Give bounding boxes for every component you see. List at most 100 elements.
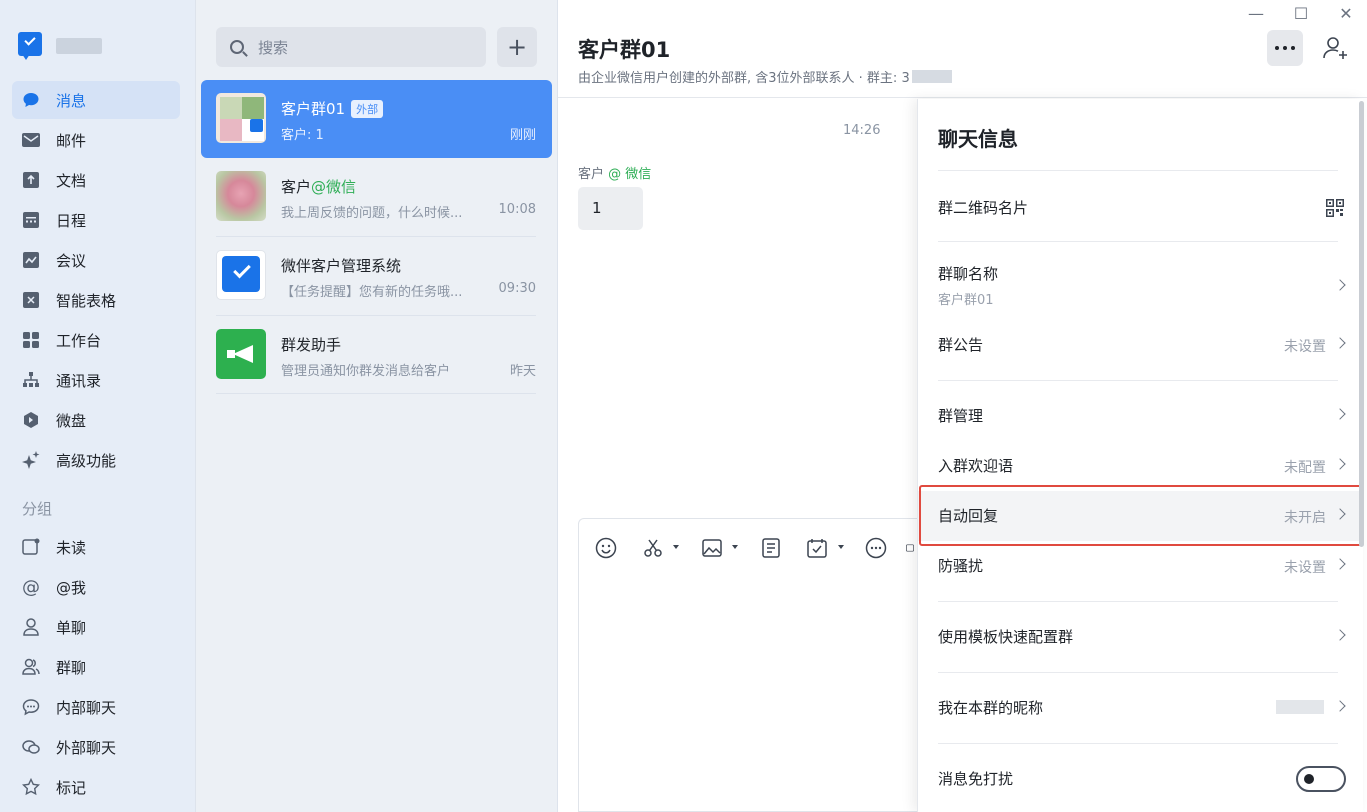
message-timestamp: 14:26 bbox=[843, 123, 881, 138]
nav-label: 高级功能 bbox=[56, 451, 117, 470]
info-row-template[interactable]: 使用模板快速配置群 bbox=[918, 612, 1364, 662]
mute-toggle[interactable] bbox=[1296, 766, 1346, 792]
more-tools-icon[interactable] bbox=[864, 536, 888, 560]
add-button[interactable]: + bbox=[497, 27, 537, 67]
nav-label: 文档 bbox=[56, 171, 87, 190]
emoji-icon[interactable] bbox=[594, 536, 618, 560]
wecom-badge-icon bbox=[250, 119, 263, 132]
row-value: 未设置 bbox=[1284, 560, 1326, 576]
nav-label: 消息 bbox=[56, 91, 87, 110]
nav-item-advanced[interactable]: 高级功能 bbox=[12, 441, 180, 479]
search-placeholder: 搜索 bbox=[258, 38, 289, 57]
more-button[interactable] bbox=[1267, 30, 1303, 66]
nav-group-at-me[interactable]: @ @我 bbox=[12, 568, 180, 606]
screenshot-icon[interactable] bbox=[641, 536, 665, 560]
conversation-preview: 管理员通知你群发消息给客户 bbox=[281, 364, 451, 379]
brand bbox=[16, 30, 102, 62]
app-avatar bbox=[216, 250, 266, 300]
info-row-qr[interactable]: 群二维码名片 bbox=[918, 183, 1364, 233]
info-row-welcome[interactable]: 入群欢迎语 未配置 bbox=[918, 441, 1364, 491]
conversation-item[interactable]: 客户 @微信 我上周反馈的问题，什么时候... 10:08 bbox=[201, 158, 552, 236]
info-row-group-name[interactable]: 群聊名称 客户群01 bbox=[918, 249, 1364, 309]
chat-title: 客户群01 bbox=[578, 38, 671, 62]
extra-tool-icon[interactable] bbox=[905, 536, 915, 560]
scrollbar[interactable] bbox=[1359, 101, 1364, 547]
group-icon bbox=[22, 658, 40, 676]
nav-item-calendar[interactable]: 日程 bbox=[12, 201, 180, 239]
chevron-right-icon bbox=[1334, 279, 1346, 291]
chevron-right-icon bbox=[1334, 337, 1346, 349]
add-member-icon[interactable] bbox=[1322, 34, 1350, 62]
search-icon bbox=[230, 40, 244, 54]
divider bbox=[938, 743, 1338, 744]
close-icon[interactable]: ✕ bbox=[1336, 4, 1356, 23]
chat-bubble-icon bbox=[22, 91, 40, 109]
nav-item-workbench[interactable]: 工作台 bbox=[12, 321, 180, 359]
nav-group-internal[interactable]: 内部聊天 bbox=[12, 688, 180, 726]
nav-label: 智能表格 bbox=[56, 291, 117, 310]
info-row-mute[interactable]: 消息免打扰 bbox=[918, 754, 1364, 804]
maximize-icon[interactable]: ☐ bbox=[1291, 4, 1311, 23]
conversation-time: 昨天 bbox=[509, 364, 536, 379]
nav-label: 邮件 bbox=[56, 131, 87, 150]
group-name-value: 客户群01 bbox=[938, 293, 994, 308]
nav-item-contacts[interactable]: 通讯录 bbox=[12, 361, 180, 399]
flower-avatar bbox=[216, 171, 266, 221]
chevron-down-icon[interactable] bbox=[732, 545, 738, 549]
chevron-down-icon[interactable] bbox=[673, 545, 679, 549]
image-icon[interactable] bbox=[700, 536, 724, 560]
nav-item-meeting[interactable]: 会议 bbox=[12, 241, 180, 279]
conversation-item[interactable]: 客户群01 外部 客户: 1 刚刚 bbox=[201, 80, 552, 158]
message-sender: 客户 @ 微信 bbox=[578, 163, 651, 182]
info-row-nickname[interactable]: 我在本群的昵称 bbox=[918, 683, 1364, 733]
minimize-icon[interactable]: — bbox=[1246, 4, 1266, 23]
qr-code-icon[interactable] bbox=[1326, 199, 1344, 217]
chevron-right-icon bbox=[1334, 629, 1346, 641]
nav-label: 通讯录 bbox=[56, 371, 102, 390]
sender-name: 客户 bbox=[578, 167, 605, 182]
row-label: 群聊名称 bbox=[938, 265, 999, 283]
nav-label: 日程 bbox=[56, 211, 87, 230]
nav-group-starred[interactable]: 标记 bbox=[12, 768, 180, 806]
info-row-manage[interactable]: 群管理 bbox=[918, 391, 1364, 441]
chevron-right-icon bbox=[1334, 458, 1346, 470]
nav-group-single[interactable]: 单聊 bbox=[12, 608, 180, 646]
info-row-notice[interactable]: 群公告 未设置 bbox=[918, 320, 1364, 370]
row-label: 使用模板快速配置群 bbox=[938, 628, 1074, 646]
person-icon bbox=[22, 618, 40, 636]
chevron-right-icon bbox=[1334, 408, 1346, 420]
conversation-item[interactable]: 群发助手 管理员通知你群发消息给客户 昨天 bbox=[201, 316, 552, 394]
nav-item-mail[interactable]: 邮件 bbox=[12, 121, 180, 159]
nav-group-external[interactable]: 外部聊天 bbox=[12, 728, 180, 766]
nav-item-smart-sheet[interactable]: 智能表格 bbox=[12, 281, 180, 319]
sparkle-icon bbox=[22, 451, 40, 469]
nav-group-groupchat[interactable]: 群聊 bbox=[12, 648, 180, 686]
row-label: 群管理 bbox=[938, 407, 984, 425]
nav-item-docs[interactable]: 文档 bbox=[12, 161, 180, 199]
sender-source: @ 微信 bbox=[608, 167, 652, 182]
message-bubble[interactable]: 1 bbox=[578, 187, 643, 230]
document-icon[interactable] bbox=[759, 536, 783, 560]
info-row-anti-spam[interactable]: 防骚扰 未设置 bbox=[918, 541, 1364, 591]
conversation-time: 刚刚 bbox=[509, 128, 536, 143]
message-composer[interactable] bbox=[578, 518, 958, 812]
chevron-down-icon[interactable] bbox=[838, 545, 844, 549]
conversation-name: 微伴客户管理系统 bbox=[281, 257, 402, 275]
row-label: 入群欢迎语 bbox=[938, 457, 1014, 475]
nav-item-drive[interactable]: 微盘 bbox=[12, 401, 180, 439]
app-logo-icon bbox=[16, 30, 46, 62]
conversation-name: 群发助手 bbox=[281, 336, 342, 354]
nav-label: 群聊 bbox=[56, 658, 87, 677]
row-value: 未设置 bbox=[1284, 339, 1326, 355]
nav-item-messages[interactable]: 消息 bbox=[12, 81, 180, 119]
nav-label: 微盘 bbox=[56, 411, 87, 430]
nav-group-unread[interactable]: 未读 bbox=[12, 528, 180, 566]
conversation-item[interactable]: 微伴客户管理系统 【任务提醒】您有新的任务哦... 09:30 bbox=[201, 237, 552, 315]
chat-subtitle-text: 由企业微信用户创建的外部群, 含3位外部联系人 · 群主: 3 bbox=[578, 71, 910, 86]
conversation-preview: 客户: 1 bbox=[281, 128, 324, 143]
search-input[interactable]: 搜索 bbox=[216, 27, 486, 67]
contacts-icon bbox=[22, 371, 40, 389]
schedule-icon[interactable] bbox=[805, 536, 829, 560]
at-icon: @ bbox=[22, 576, 40, 598]
nickname-redacted bbox=[1276, 700, 1324, 714]
